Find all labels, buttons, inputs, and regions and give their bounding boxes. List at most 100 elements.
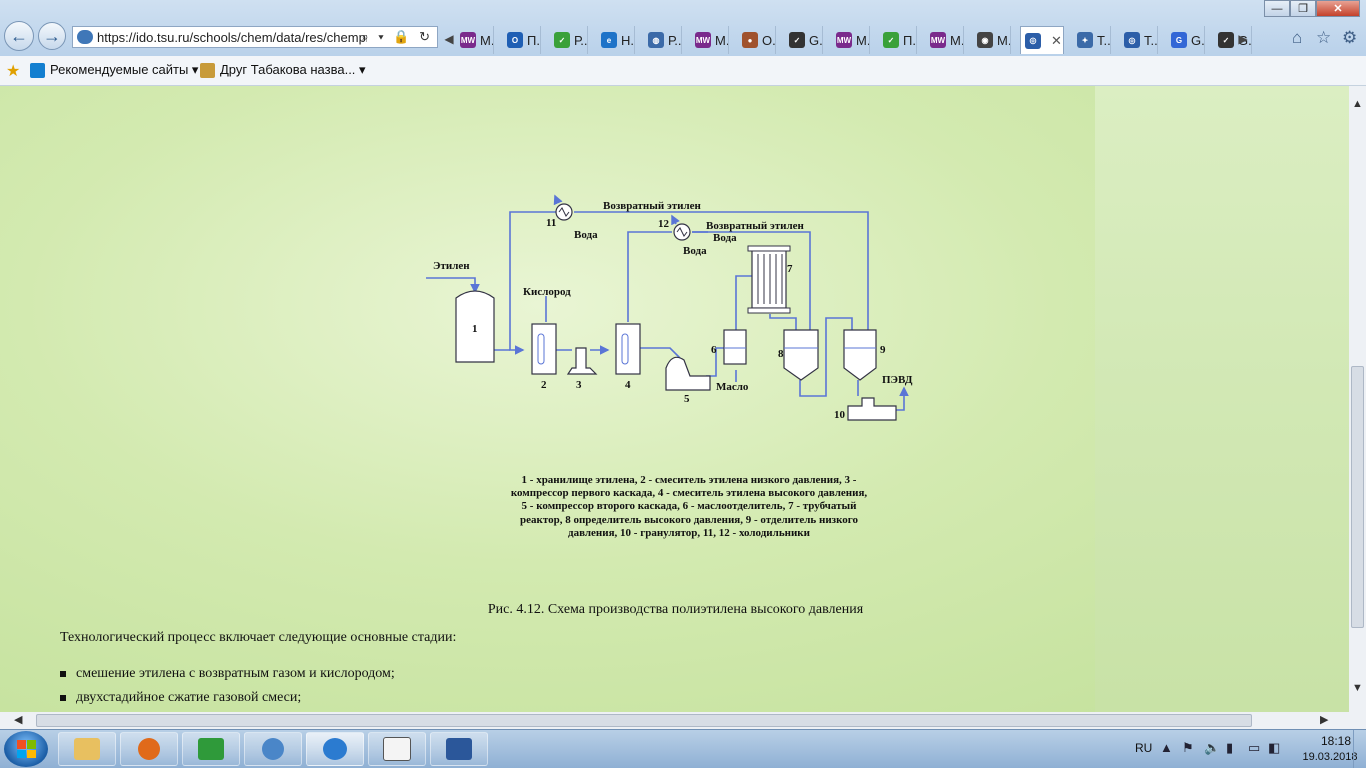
tab-favicon-icon: e: [601, 32, 617, 48]
granulator-10: [847, 397, 897, 421]
forward-button[interactable]: →: [38, 22, 66, 50]
scroll-down-icon[interactable]: ▼: [1352, 682, 1363, 694]
browser-tab[interactable]: e Н...: [597, 26, 635, 54]
browser-tab[interactable]: O П...: [503, 26, 541, 54]
maximize-button[interactable]: ❐: [1290, 0, 1316, 17]
home-icon[interactable]: ⌂: [1292, 28, 1302, 48]
list-item: смешение этилена с возвратным газом и ки…: [60, 666, 395, 682]
tab-favicon-icon: O: [507, 32, 523, 48]
browser-tab[interactable]: ◎ ✕: [1020, 26, 1064, 54]
browser-tab[interactable]: ✦ T...: [1073, 26, 1111, 54]
scroll-up-icon[interactable]: ▲: [1352, 98, 1363, 110]
num-2: 2: [541, 379, 547, 391]
browser-tab[interactable]: ✓ G...: [785, 26, 823, 54]
window-controls: — ❐ ✕: [1264, 0, 1360, 18]
tab-favicon-icon: MW: [930, 32, 946, 48]
legend-line: компрессор первого каскада, 4 - смесител…: [510, 487, 868, 500]
browser-tab[interactable]: MW M...: [832, 26, 870, 54]
browser-title-bar: ← → https://ido.tsu.ru/schools/chem/data…: [0, 0, 1366, 56]
taskbar-reader[interactable]: [368, 732, 426, 766]
url-text[interactable]: https://ido.tsu.ru/schools/chem/data/res…: [97, 30, 367, 45]
scroll-left-icon[interactable]: ◀: [14, 713, 22, 726]
vertical-scroll-thumb[interactable]: [1351, 366, 1364, 628]
tab-label: Р...: [574, 32, 588, 48]
show-desktop-button[interactable]: [1353, 730, 1366, 768]
favorites-star-icon[interactable]: ☆: [1316, 28, 1331, 48]
favorite-friend-tabakova[interactable]: Друг Табакова назва... ▾: [200, 62, 366, 78]
legend-line: реактор, 8 определитель высокого давлени…: [519, 513, 859, 526]
browser-tab[interactable]: ◎ T...: [1120, 26, 1158, 54]
num-3: 3: [576, 379, 582, 391]
browser-tab[interactable]: ✓ П...: [879, 26, 917, 54]
tab-favicon-icon: G: [1171, 32, 1187, 48]
back-button[interactable]: ←: [4, 21, 34, 51]
bullet-icon: [60, 695, 66, 701]
page-icon: [200, 62, 215, 78]
oil-separator-6: [723, 329, 747, 365]
tab-label: П...: [903, 32, 916, 48]
notification-icon[interactable]: ◧: [1268, 740, 1280, 756]
taskbar-internet-explorer[interactable]: [306, 732, 364, 766]
label-oil: Масло: [716, 381, 749, 393]
horizontal-scrollbar[interactable]: ◀ ▶: [0, 712, 1349, 729]
num-12: 12: [658, 218, 670, 230]
tab-strip: ◀ MW M... O П... ✓ Р... e Н... ◍ Р... MW M... ● О... ✓…: [440, 26, 1280, 54]
taskbar-explorer[interactable]: [58, 732, 116, 766]
add-favorite-star-icon[interactable]: ★: [6, 61, 20, 81]
tab-favicon-icon: ◍: [648, 32, 664, 48]
chart-app-icon: [198, 738, 224, 760]
close-window-button[interactable]: ✕: [1316, 0, 1360, 17]
gear-icon[interactable]: ⚙: [1342, 28, 1357, 48]
volume-icon[interactable]: 🔈: [1204, 740, 1220, 756]
browser-tab[interactable]: MW M...: [691, 26, 729, 54]
browser-tab[interactable]: MW M...: [456, 26, 494, 54]
browser-tab[interactable]: ◉ M...: [973, 26, 1011, 54]
tab-label: Р...: [668, 32, 682, 48]
legend-line: 1 - хранилище этилена, 2 - смеситель эти…: [521, 474, 857, 486]
vertical-scrollbar[interactable]: ▲ ▼: [1349, 86, 1366, 712]
tab-favicon-icon: ✓: [554, 32, 570, 48]
taskbar-word[interactable]: [430, 732, 488, 766]
tubular-reactor-7: [751, 249, 787, 309]
tab-favicon-icon: MW: [836, 32, 852, 48]
document-icon: [383, 737, 411, 761]
address-tools-icon[interactable]: ⌕ ▾ 🔒 ↻: [361, 29, 433, 45]
browser-tab[interactable]: ● О...: [738, 26, 776, 54]
tab-favicon-icon: ◎: [1124, 32, 1140, 48]
tab-favicon-icon: MW: [695, 32, 711, 48]
num-6: 6: [711, 344, 717, 356]
browser-tab[interactable]: ✓ Р...: [550, 26, 588, 54]
tab-label: M...: [997, 32, 1011, 48]
tab-scroll-right-icon[interactable]: ▶: [1236, 26, 1250, 52]
flag-icon[interactable]: ⚑: [1182, 740, 1194, 756]
tab-favicon-icon: ✓: [1218, 32, 1234, 48]
browser-tab[interactable]: MW M...: [926, 26, 964, 54]
taskbar-stock-app[interactable]: [182, 732, 240, 766]
address-bar[interactable]: https://ido.tsu.ru/schools/chem/data/res…: [72, 26, 438, 48]
num-11: 11: [546, 217, 556, 229]
show-hidden-icons-icon[interactable]: ▲: [1160, 740, 1173, 755]
tab-scroll-left-icon[interactable]: ◀: [442, 26, 456, 52]
signal-icon[interactable]: ▮: [1226, 740, 1233, 756]
horizontal-scroll-thumb[interactable]: [36, 714, 1252, 727]
scroll-right-icon[interactable]: ▶: [1320, 713, 1328, 726]
taskbar-media-player[interactable]: [120, 732, 178, 766]
language-indicator[interactable]: RU: [1135, 741, 1152, 755]
favorite-recommended-sites[interactable]: Рекомендуемые сайты ▾: [30, 62, 198, 78]
browser-tab[interactable]: ◍ Р...: [644, 26, 682, 54]
close-tab-icon[interactable]: ✕: [1051, 33, 1062, 49]
label-return-ethylene-2: Возвратный этилен: [706, 220, 804, 232]
num-9: 9: [880, 344, 886, 356]
taskbar-network-app[interactable]: [244, 732, 302, 766]
start-button[interactable]: [4, 731, 48, 767]
compressor-5: [665, 356, 711, 391]
tab-favicon-icon: MW: [460, 32, 476, 48]
num-7: 7: [787, 263, 793, 275]
minimize-button[interactable]: —: [1264, 0, 1290, 17]
favorites-bar: ★ Рекомендуемые сайты ▾ Друг Табакова на…: [0, 56, 1366, 86]
battery-icon[interactable]: ▭: [1248, 740, 1260, 756]
tab-label: M...: [715, 32, 729, 48]
site-icon: [77, 30, 93, 44]
browser-tab[interactable]: G G...: [1167, 26, 1205, 54]
legend-line: давления, 10 - гранулятор, 11, 12 - холо…: [568, 526, 810, 539]
